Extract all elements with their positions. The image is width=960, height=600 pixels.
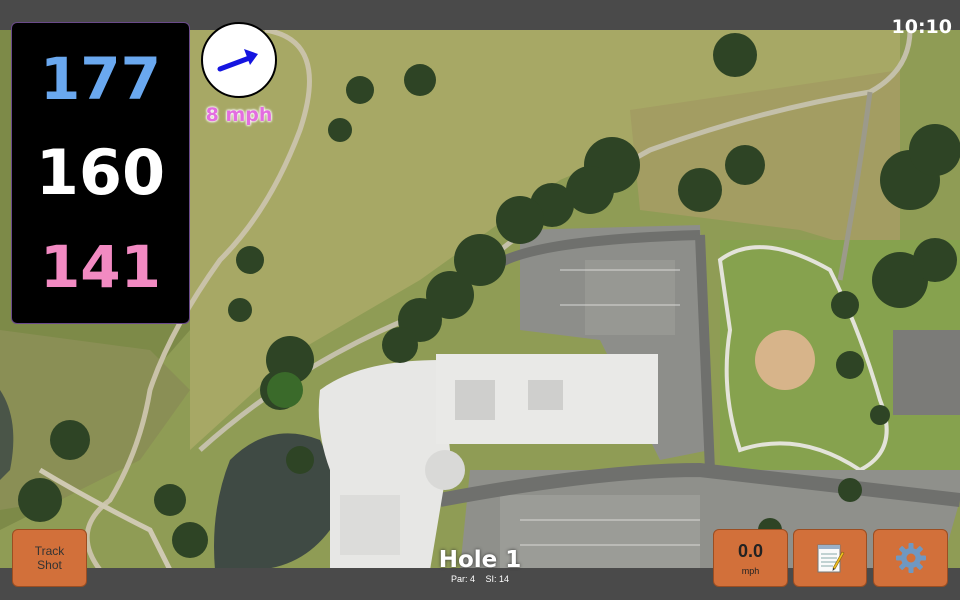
speed-value: 0.0 <box>737 540 764 561</box>
front-distance: 141 <box>39 233 162 301</box>
hole-par: Par: 4 <box>450 574 475 584</box>
wind-speed-label: 8 mph <box>205 104 273 126</box>
clock-time: 10:10 <box>891 16 952 38</box>
golf-gps-screen: 10:10 177 160 141 8 mph Track Shot Hole … <box>0 0 960 600</box>
hole-stroke-index: SI: 14 <box>485 574 510 584</box>
hole-details: Par: 4 SI: 14 <box>400 574 560 584</box>
middle-distance: 160 <box>35 136 166 209</box>
notes-button[interactable] <box>793 529 867 587</box>
track-shot-button[interactable]: Track Shot <box>12 529 87 587</box>
speed-unit: mph <box>741 565 760 576</box>
hole-info: Hole 1 Par: 4 SI: 14 <box>400 547 560 585</box>
wind-direction-indicator <box>201 22 277 98</box>
settings-button[interactable] <box>873 529 948 587</box>
notepad-icon <box>817 544 845 573</box>
back-distance: 177 <box>39 45 162 113</box>
track-shot-label-line1: Track <box>34 543 65 558</box>
wind-direction-arrow-icon <box>217 49 258 72</box>
distance-panel[interactable]: 177 160 141 <box>11 22 190 324</box>
speed-button[interactable]: 0.0 mph <box>713 529 788 587</box>
hole-title: Hole 1 <box>438 547 522 573</box>
track-shot-label-line2: Shot <box>37 558 62 572</box>
gear-icon <box>895 543 926 573</box>
